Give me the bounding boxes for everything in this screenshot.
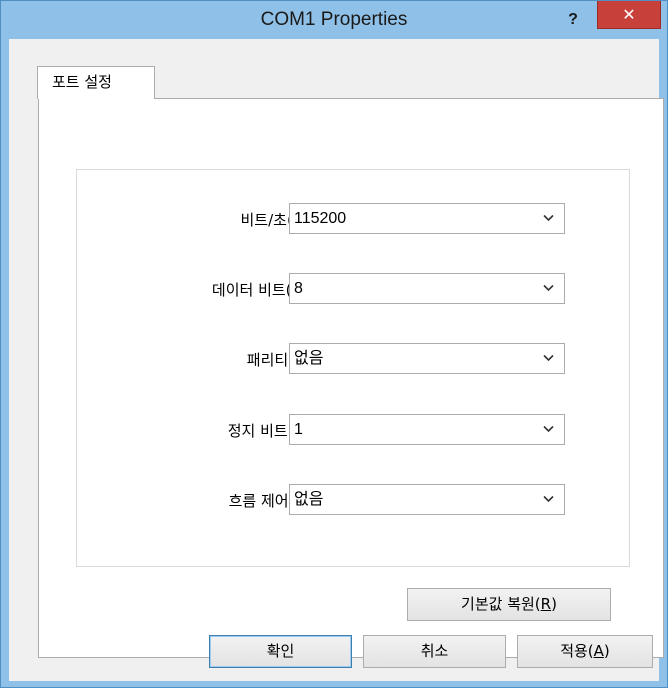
chevron-down-icon [543,284,554,292]
chevron-down-icon [543,495,554,503]
dialog-window: COM1 Properties ? ✕ 포트 설정 비트/초(B): 11520… [0,0,668,688]
chevron-down-icon [543,354,554,362]
bits-per-second-select[interactable]: 115200 [289,203,565,234]
settings-group: 비트/초(B): 115200 데이터 비트(D): 8 패리티(P): 없음 [76,169,630,567]
tab-port-settings[interactable]: 포트 설정 [37,66,155,99]
chevron-down-icon [543,425,554,433]
bits-per-second-value: 115200 [294,210,347,227]
ok-button[interactable]: 확인 [209,635,352,668]
data-bits-value: 8 [294,280,303,297]
dialog-body: 포트 설정 비트/초(B): 115200 데이터 비트(D): 8 패리티(P… [9,39,664,681]
tab-panel: 비트/초(B): 115200 데이터 비트(D): 8 패리티(P): 없음 [38,98,664,658]
flow-control-select[interactable]: 없음 [289,484,565,515]
close-button[interactable]: ✕ [597,1,661,29]
apply-button[interactable]: 적용(A) [517,635,653,668]
flow-control-value: 없음 [294,491,324,508]
close-icon: ✕ [622,5,636,24]
restore-defaults-button[interactable]: 기본값 복원(R) [407,588,611,621]
parity-value: 없음 [294,350,324,367]
parity-select[interactable]: 없음 [289,343,565,374]
stop-bits-select[interactable]: 1 [289,414,565,445]
stop-bits-value: 1 [294,421,303,438]
help-button[interactable]: ? [561,9,585,31]
cancel-button[interactable]: 취소 [363,635,506,668]
chevron-down-icon [543,214,554,222]
data-bits-select[interactable]: 8 [289,273,565,304]
title-bar[interactable]: COM1 Properties ? ✕ [1,1,667,39]
